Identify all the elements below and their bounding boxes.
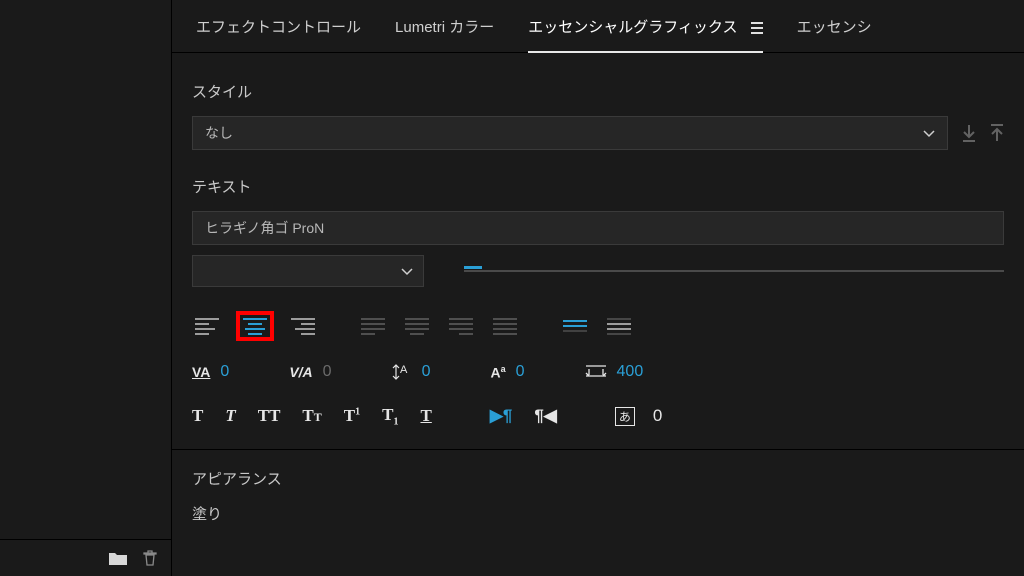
trash-icon[interactable] [143,550,157,566]
tab-lumetri-color[interactable]: Lumetri カラー [395,16,494,37]
underline-button[interactable]: T [420,406,431,426]
justify-center-button[interactable] [402,315,432,337]
vertical-align-top-button[interactable] [560,315,590,337]
tab-essential-graphics-label: エッセンシャルグラフィックス [528,19,737,36]
tab-essential-truncated[interactable]: エッセンシ [797,16,872,37]
section-divider [172,449,1024,450]
panel-tabs: エフェクトコントロール Lumetri カラー エッセンシャルグラフィックス エ… [172,0,1024,53]
rtl-button[interactable]: ¶◀ [534,406,557,426]
baseline-field[interactable]: Aa 0 [490,363,524,381]
font-style-row: T T TT TT T1 T1 T ▶¶ ¶◀ あ 0 [192,405,1004,427]
ltr-button[interactable]: ▶¶ [490,406,513,426]
tracking-field[interactable]: VA 0 [192,363,229,381]
font-size-slider[interactable] [464,269,1004,273]
all-caps-button[interactable]: TT [258,406,281,426]
chevron-down-icon [923,125,935,141]
kerning-value: 0 [323,363,332,381]
upload-style-icon[interactable] [990,124,1004,142]
folder-icon[interactable] [109,551,127,565]
fill-label: 塗り [192,503,1004,524]
tab-essential-graphics[interactable]: エッセンシャルグラフィックス [528,16,762,37]
leading-field[interactable]: A 0 [392,363,431,381]
faux-italic-button[interactable]: T [225,406,235,426]
style-dropdown[interactable]: なし [192,116,948,150]
alignment-row [192,311,1004,341]
panel-menu-icon[interactable] [751,22,763,34]
leading-value: 0 [422,363,431,381]
text-section-label: テキスト [192,176,1004,197]
baseline-value: 0 [516,363,525,381]
tracking-value: 0 [220,363,229,381]
slider-track [464,270,1004,272]
project-panel [0,0,172,576]
font-family-dropdown[interactable]: ヒラギノ角ゴ ProN [192,211,1004,245]
download-style-icon[interactable] [962,124,976,142]
indent-field[interactable]: あ 0 [615,406,662,426]
chevron-down-icon [401,263,413,279]
style-dropdown-value: なし [205,123,233,143]
justify-all-button[interactable] [490,315,520,337]
metrics-row: VA 0 V/A 0 A 0 Aa 0 [192,363,1004,381]
baseline-icon: Aa [490,364,505,381]
tab-effect-controls[interactable]: エフェクトコントロール [196,16,361,37]
style-section-label: スタイル [192,81,1004,102]
font-family-value: ヒラギノ角ゴ ProN [205,218,324,238]
kerning-field[interactable]: V/A 0 [289,363,331,381]
kerning-icon: V/A [289,364,312,380]
indent-value: 0 [653,406,662,426]
tsume-value: 400 [617,363,644,381]
project-panel-footer [0,539,171,576]
align-left-button[interactable] [192,315,222,337]
tsume-field[interactable]: 400 [585,363,644,381]
tsume-icon [585,365,607,379]
faux-bold-button[interactable]: T [192,406,203,426]
align-center-button[interactable] [236,311,274,341]
justify-right-button[interactable] [446,315,476,337]
superscript-button[interactable]: T1 [344,406,360,426]
leading-icon: A [392,363,412,381]
small-caps-button[interactable]: TT [302,406,321,426]
tracking-icon: VA [192,364,210,380]
subscript-button[interactable]: T1 [382,405,398,427]
font-weight-dropdown[interactable] [192,255,424,287]
slider-knob[interactable] [464,266,482,269]
appearance-section-label: アピアランス [192,468,1004,489]
align-right-button[interactable] [288,315,318,337]
justify-left-button[interactable] [358,315,388,337]
indent-icon: あ [615,407,635,426]
vertical-align-center-button[interactable] [604,315,634,337]
svg-text:A: A [400,364,408,376]
